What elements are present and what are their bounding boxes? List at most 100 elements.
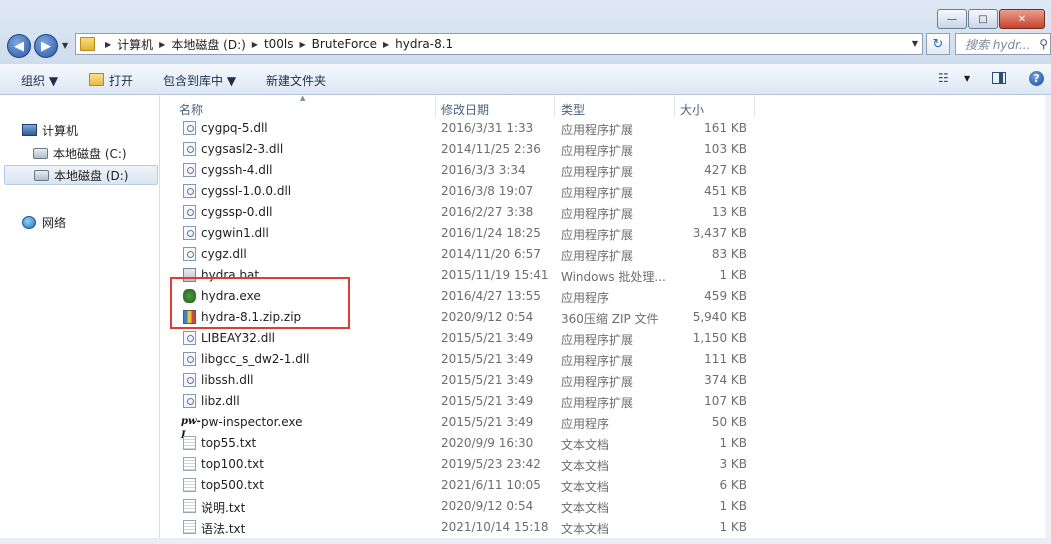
help-icon[interactable]: ?	[1029, 71, 1044, 86]
file-date: 2020/9/9 16:30	[441, 436, 534, 450]
file-type: 360压缩 ZIP 文件	[561, 312, 659, 326]
forward-button[interactable]: ▶	[34, 34, 58, 58]
chevron-right-icon[interactable]: ▶	[300, 40, 306, 49]
preview-pane-icon[interactable]	[992, 72, 1006, 84]
chevron-right-icon[interactable]: ▶	[252, 40, 258, 49]
breadcrumb-hydra[interactable]: hydra-8.1	[395, 37, 453, 51]
breadcrumb-drive-d[interactable]: 本地磁盘 (D:)	[171, 36, 245, 53]
column-date[interactable]: 修改日期	[441, 101, 489, 118]
file-row[interactable]: cygssh-4.dll 2016/3/3 3:34 应用程序扩展 427 KB	[160, 159, 755, 180]
file-row[interactable]: libssh.dll 2015/5/21 3:49 应用程序扩展 374 KB	[160, 369, 755, 390]
file-name: cygssl-1.0.0.dll	[201, 184, 292, 198]
search-icon[interactable]: ⚲	[1039, 37, 1048, 51]
drive-icon	[33, 147, 48, 159]
breadcrumb-t00ls[interactable]: t00ls	[264, 37, 294, 51]
file-row[interactable]: pw-Ipw-inspector.exe 2015/5/21 3:49 应用程序 50…	[160, 411, 755, 441]
zip-file-icon	[183, 310, 196, 324]
file-row[interactable]: cygwin1.dll 2016/1/24 18:25 应用程序扩展 3,437 KB	[160, 222, 755, 243]
title-bar: — □ ✕ ◀ ▶ ▼ ▶ 计算机 ▶ 本地磁盘 (D:) ▶ t00ls ▶ …	[0, 0, 1051, 64]
chevron-right-icon[interactable]: ▶	[105, 40, 111, 49]
file-date: 2016/3/8 19:07	[441, 184, 534, 198]
file-row[interactable]: 语法.txt 2021/10/14 15:18 文本文档 1 KB	[160, 516, 755, 537]
breadcrumb-bruteforce[interactable]: BruteForce	[312, 37, 377, 51]
file-type: 应用程序	[561, 417, 610, 431]
chevron-right-icon[interactable]: ▶	[383, 40, 389, 49]
dll-file-icon	[183, 373, 196, 387]
file-name: hydra-8.1.zip.zip	[201, 310, 302, 324]
file-row[interactable]: hydra.bat 2015/11/19 15:41 Windows 批处理... 1…	[160, 264, 755, 285]
new-folder-button[interactable]: 新建文件夹	[266, 72, 326, 89]
file-row[interactable]: LIBEAY32.dll 2015/5/21 3:49 应用程序扩展 1,150 KB	[160, 327, 755, 348]
file-name: libz.dll	[201, 394, 240, 408]
file-name: cygz.dll	[201, 247, 247, 261]
address-dropdown-icon[interactable]: ▼	[912, 39, 918, 48]
view-options-icon[interactable]: ☷	[938, 71, 949, 85]
sidebar-item-label: 本地磁盘 (C:)	[53, 146, 127, 161]
open-icon	[89, 73, 104, 86]
file-row[interactable]: top500.txt 2021/6/11 10:05 文本文档 6 KB	[160, 474, 755, 495]
organize-button[interactable]: 组织 ▼	[21, 72, 58, 89]
sidebar-item-network[interactable]: 网络	[22, 212, 66, 232]
file-row[interactable]: cygssl-1.0.0.dll 2016/3/8 19:07 应用程序扩展 451 …	[160, 180, 755, 201]
column-header: ▲ 名称 修改日期 类型 大小	[160, 94, 755, 118]
sidebar-item-drive-d[interactable]: 本地磁盘 (D:)	[4, 165, 158, 185]
open-button[interactable]: 打开	[89, 72, 133, 89]
bottom-edge	[0, 538, 1051, 544]
dll-file-icon	[183, 184, 196, 198]
file-row[interactable]: libgcc_s_dw2-1.dll 2015/5/21 3:49 应用程序扩展 11…	[160, 348, 755, 369]
file-size: 374 KB	[704, 373, 747, 387]
refresh-button[interactable]: ↻	[926, 33, 950, 55]
file-row[interactable]: cygz.dll 2014/11/20 6:57 应用程序扩展 83 KB	[160, 243, 755, 264]
file-row[interactable]: cygssp-0.dll 2016/2/27 3:38 应用程序扩展 13 KB	[160, 201, 755, 222]
file-name: cygssh-4.dll	[201, 163, 273, 177]
file-date: 2019/5/23 23:42	[441, 457, 541, 471]
maximize-button[interactable]: □	[968, 9, 998, 29]
minimize-button[interactable]: —	[937, 9, 967, 29]
column-divider[interactable]	[554, 95, 555, 117]
search-placeholder: 搜索 hydr...	[965, 37, 1031, 52]
sidebar-item-drive-c[interactable]: 本地磁盘 (C:)	[33, 143, 127, 163]
txt-file-icon	[183, 520, 196, 534]
dll-file-icon	[183, 352, 196, 366]
column-divider[interactable]	[435, 95, 436, 117]
file-row[interactable]: libz.dll 2015/5/21 3:49 应用程序扩展 107 KB	[160, 390, 755, 411]
recent-pages-dropdown[interactable]: ▼	[62, 41, 68, 50]
vertical-scrollbar[interactable]	[1045, 95, 1051, 544]
file-type: 应用程序扩展	[561, 123, 634, 137]
file-row[interactable]: hydra.exe 2016/4/27 13:55 应用程序 459 KB	[160, 285, 755, 306]
file-date: 2016/4/27 13:55	[441, 289, 541, 303]
file-type: 应用程序	[561, 291, 610, 305]
file-type: Windows 批处理...	[561, 270, 666, 284]
file-name: hydra.bat	[201, 268, 260, 282]
breadcrumb-computer[interactable]: 计算机	[117, 36, 153, 53]
network-icon	[22, 215, 36, 229]
address-bar[interactable]: ▶ 计算机 ▶ 本地磁盘 (D:) ▶ t00ls ▶ BruteForce ▶…	[75, 33, 923, 55]
view-dropdown-icon[interactable]: ▼	[964, 74, 970, 83]
file-row[interactable]: hydra-8.1.zip.zip 2020/9/12 0:54 360压缩 ZIP…	[160, 306, 755, 327]
file-row[interactable]: top100.txt 2019/5/23 23:42 文本文档 3 KB	[160, 453, 755, 474]
column-name[interactable]: 名称	[179, 101, 203, 118]
file-row[interactable]: cygsasl2-3.dll 2014/11/25 2:36 应用程序扩展 103 K…	[160, 138, 755, 159]
column-divider[interactable]	[754, 95, 755, 117]
include-in-library-button[interactable]: 包含到库中 ▼	[163, 72, 236, 89]
column-size[interactable]: 大小	[680, 101, 704, 118]
file-row[interactable]: top55.txt 2020/9/9 16:30 文本文档 1 KB	[160, 432, 755, 453]
search-input[interactable]: 搜索 hydr... ⚲	[955, 33, 1051, 55]
sidebar-item-computer[interactable]: 计算机	[22, 120, 78, 140]
file-date: 2015/5/21 3:49	[441, 394, 534, 408]
file-date: 2021/10/14 15:18	[441, 520, 549, 534]
file-size: 1 KB	[719, 520, 747, 534]
dll-file-icon	[183, 142, 196, 156]
txt-file-icon	[183, 457, 196, 471]
dll-file-icon	[183, 205, 196, 219]
column-type[interactable]: 类型	[561, 101, 585, 118]
open-label: 打开	[109, 74, 134, 88]
file-row[interactable]: cygpq-5.dll 2016/3/31 1:33 应用程序扩展 161 KB	[160, 117, 755, 138]
file-date: 2016/3/3 3:34	[441, 163, 526, 177]
close-button[interactable]: ✕	[999, 9, 1045, 29]
column-divider[interactable]	[674, 95, 675, 117]
file-name: cygssp-0.dll	[201, 205, 273, 219]
file-row[interactable]: 说明.txt 2020/9/12 0:54 文本文档 1 KB	[160, 495, 755, 516]
chevron-right-icon[interactable]: ▶	[159, 40, 165, 49]
back-button[interactable]: ◀	[7, 34, 31, 58]
